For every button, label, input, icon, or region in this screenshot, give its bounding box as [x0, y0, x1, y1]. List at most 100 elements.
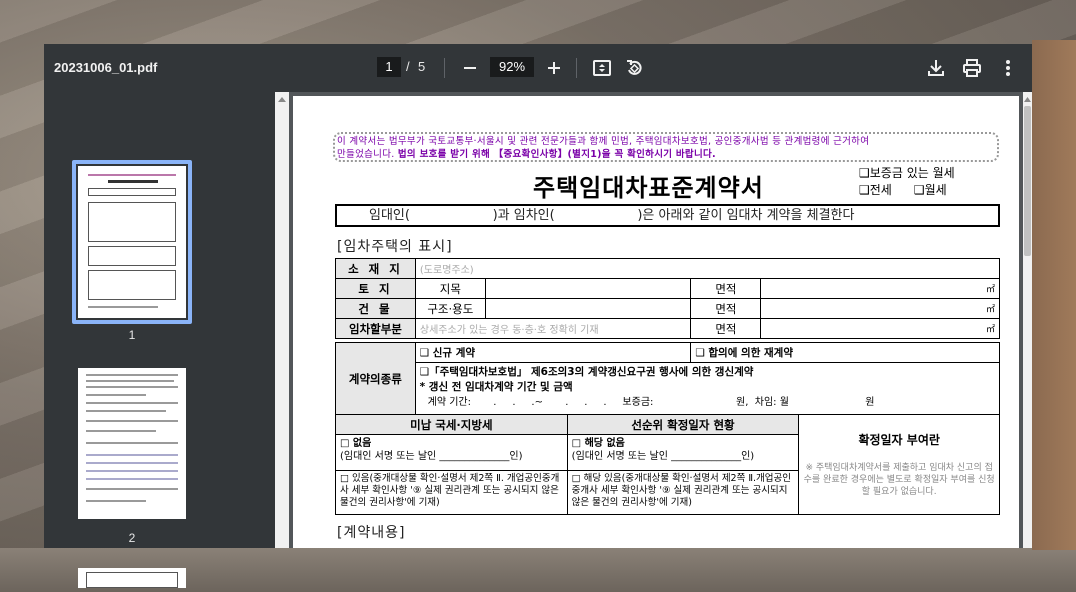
section-heading-property: [임차주택의 표시]	[337, 239, 453, 255]
ct-period: 계약 기간: . . .~ . . . 보증금: 원, 차임: 월 원	[427, 397, 875, 408]
priority-none: □ 해당 없음	[571, 438, 625, 449]
ct-renew-right: ❑「주택임대차보호법」 제6조의3의 계약갱신요구권 행사에 의한 갱신계약	[419, 366, 754, 378]
file-name: 20231006_01.pdf	[54, 60, 158, 75]
minus-icon	[464, 67, 476, 69]
building-kind-value	[484, 298, 692, 319]
download-button[interactable]	[924, 56, 948, 80]
thumb-box	[86, 572, 178, 588]
document-area: 이 계약서는 법무부가 국토교통부·서울시 및 관련 전문가들과 함께 민법, …	[275, 92, 1032, 548]
thumb-line	[86, 488, 178, 490]
thumb-box	[88, 202, 176, 242]
land-area-label: 면적	[690, 278, 762, 299]
fit-page-button[interactable]	[590, 56, 614, 80]
label-building: 건 물	[335, 298, 416, 319]
tax-none-sign: (임대인 서명 또는 날인 ______________인)	[340, 451, 523, 462]
land-area-unit: ㎡	[760, 278, 1000, 299]
right-scrollbar[interactable]	[1023, 92, 1032, 548]
option-jeonse: ❑전세	[859, 183, 892, 197]
thumb-line	[86, 478, 178, 480]
thumb-line	[86, 470, 178, 472]
thumb-line	[86, 394, 146, 396]
scroll-up-icon	[278, 97, 286, 102]
contract-type-options: ❑보증금 있는 월세 ❑전세 ❑월세	[859, 165, 955, 199]
rotate-icon	[627, 60, 642, 75]
building-area-label: 면적	[690, 298, 762, 319]
thumb-line	[86, 462, 178, 464]
building-kind: 구조·용도	[414, 298, 486, 319]
total-pages: 5	[418, 59, 426, 74]
more-options-button[interactable]	[996, 56, 1020, 80]
ct-renew-agree: ❑ 합의에 의한 재계약	[690, 342, 1000, 363]
label-location: 소 재 지	[335, 258, 416, 279]
leased-area-unit: ㎡	[760, 318, 1000, 339]
thumbnail-label-1: 1	[128, 328, 136, 342]
rotate-button[interactable]	[622, 56, 646, 80]
land-kind-value	[484, 278, 692, 299]
ct-new: ❑ 신규 계약	[414, 342, 692, 363]
plus-icon	[548, 62, 560, 74]
tax-exist: □ 있음(중개대상물 확인·설명서 제2쪽 Ⅱ. 개업공인중개사 세부 확인사항…	[335, 470, 568, 515]
leased-area-label: 면적	[690, 318, 762, 339]
thumb-line	[86, 402, 178, 404]
priority-header: 선순위 확정일자 현황	[566, 414, 800, 435]
document-title: 주택임대차표준계약서	[533, 174, 764, 202]
thumb-box	[88, 188, 176, 196]
tax-priority-table: 미납 국세·지방세 선순위 확정일자 현황 확정일자 부여란 ※ 주택임대차계약…	[335, 414, 1000, 515]
thumbnail-page-3[interactable]	[78, 568, 186, 588]
label-contract-kind: 계약의종류	[335, 342, 416, 415]
download-icon	[928, 60, 944, 76]
thumb-line	[86, 430, 156, 432]
thumbnail-page-2[interactable]	[78, 368, 186, 519]
page-number-input[interactable]: 1	[377, 57, 401, 77]
leased-part-hint: 상세주소가 있는 경우 동·층·호 정확히 기재	[414, 318, 692, 339]
contract-kind-table: 계약의종류 ❑ 신규 계약 ❑ 합의에 의한 재계약 ❑「주택임대차보호법」 제…	[335, 342, 1001, 415]
thumb-line	[88, 174, 176, 176]
print-button[interactable]	[960, 56, 984, 80]
fixed-date-note: ※ 주택임대차계약서를 제출하고 임대차 신고의 접수를 완료한 경우에는 별도…	[803, 463, 995, 497]
thumb-line	[86, 500, 146, 502]
thumb-line	[108, 180, 158, 183]
parties-text: 임대인( )과 임차인( )은 아래와 같이 임대차 계약을 체결한다	[369, 208, 855, 223]
thumb-line	[86, 442, 178, 444]
land-kind: 지목	[414, 278, 486, 299]
thumb-line	[88, 306, 158, 308]
thumb-line	[86, 380, 174, 382]
desktop-background-right	[1032, 40, 1076, 550]
ct-prev: * 갱신 전 임대차계약 기간 및 금액	[419, 381, 573, 393]
tax-none: □ 없음	[340, 438, 372, 449]
thumb-line	[86, 454, 178, 456]
page-separator: /	[406, 59, 410, 74]
scrollbar-thumb[interactable]	[1024, 106, 1031, 256]
thumb-line	[86, 374, 178, 376]
zoom-level-input[interactable]: 92%	[490, 57, 534, 77]
fixed-date-title: 확정일자 부여란	[858, 433, 940, 447]
thumb-line	[86, 410, 166, 412]
notice-box: 이 계약서는 법무부가 국토교통부·서울시 및 관련 전문가들과 함께 민법, …	[333, 132, 999, 162]
thumbnail-sidebar: 1 2	[44, 92, 275, 588]
option-monthly: ❑월세	[913, 183, 947, 197]
thumb-box	[88, 270, 176, 300]
tax-header: 미납 국세·지방세	[335, 414, 568, 435]
thumb-line	[86, 420, 178, 422]
toolbar: 20231006_01.pdf 1 / 5 92%	[44, 44, 1032, 92]
more-vert-icon	[1006, 60, 1010, 76]
toolbar-divider	[444, 58, 445, 78]
parties-line: 임대인( )과 임차인( )은 아래와 같이 임대차 계약을 체결한다	[335, 204, 1000, 227]
location-hint: (도로명주소)	[414, 258, 1001, 279]
zoom-out-button[interactable]	[458, 56, 482, 80]
priority-exist: □ 해당 있음(중개대상물 확인·설명서 제2쪽 Ⅱ.개업공인중개사 세부 확인…	[566, 470, 800, 515]
priority-none-sign: (임대인 서명 또는 날인 ______________인)	[571, 451, 755, 462]
fit-page-icon	[593, 60, 611, 76]
thumbnail-page-1[interactable]	[78, 166, 186, 318]
building-area-unit: ㎡	[760, 298, 1000, 319]
thumb-line	[86, 386, 178, 388]
notice-line-1: 이 계약서는 법무부가 국토교통부·서울시 및 관련 전문가들과 함께 민법, …	[337, 136, 870, 147]
zoom-in-button[interactable]	[542, 56, 566, 80]
option-monthly-deposit: ❑보증금 있는 월세	[859, 166, 955, 180]
label-leased-part: 임차할부분	[335, 318, 416, 339]
notice-line-2a: 만들었습니다.	[337, 149, 398, 160]
left-scrollbar[interactable]	[275, 92, 289, 548]
pdf-page: 이 계약서는 법무부가 국토교통부·서울시 및 관련 전문가들과 함께 민법, …	[293, 96, 1019, 548]
property-table: 소 재 지 (도로명주소) 토 지 지목 면적 ㎡ 건 물 구조·용도 면적 ㎡	[335, 258, 1001, 339]
toolbar-divider	[576, 58, 577, 78]
